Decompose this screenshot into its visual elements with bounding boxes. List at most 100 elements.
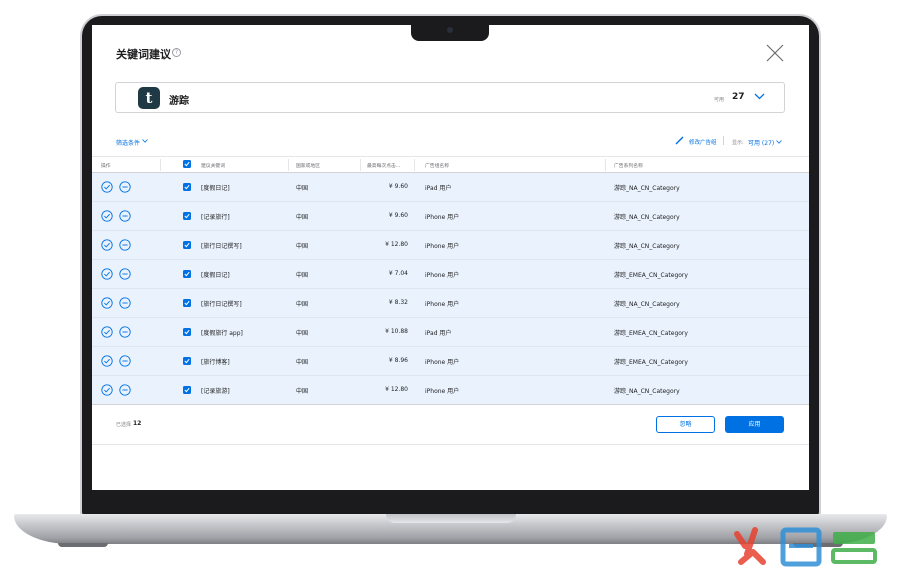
laptop-thumb-notch (386, 514, 516, 523)
reject-minus-circle-icon[interactable] (119, 210, 131, 222)
reject-minus-circle-icon[interactable] (119, 239, 131, 251)
watermark-logo-icon (734, 527, 877, 567)
cell-campaign: 游踪_EMEA_CN_Category (614, 330, 688, 337)
cell-ad-group: iPhone 用户 (425, 301, 460, 308)
cell-campaign: 游踪_EMEA_CN_Category (614, 359, 688, 366)
pencil-icon[interactable] (675, 136, 684, 145)
accept-check-circle-icon[interactable] (101, 268, 113, 280)
row-checkbox[interactable] (183, 183, 191, 191)
cell-ad-group: iPhone 用户 (425, 243, 460, 250)
accept-check-circle-icon[interactable] (101, 181, 113, 193)
row-checkbox[interactable] (183, 299, 191, 307)
row-checkbox[interactable] (183, 386, 191, 394)
reject-minus-circle-icon[interactable] (119, 268, 131, 280)
cell-region: 中国 (296, 243, 309, 250)
accept-check-circle-icon[interactable] (101, 326, 113, 338)
accept-check-circle-icon[interactable] (101, 384, 113, 396)
cell-region: 中国 (296, 185, 309, 192)
cell-region: 中国 (296, 359, 309, 366)
table-row: [旅行日记撰写] 中国 ¥ 8.32 iPhone 用户 游踪_NA_CN_Catego… (92, 289, 809, 318)
edit-ad-group-button[interactable]: 修改广告组 (689, 138, 717, 146)
ignore-button[interactable]: 忽略 (656, 416, 715, 433)
row-checkbox[interactable] (183, 212, 191, 220)
select-all-checkbox[interactable] (183, 160, 191, 168)
column-divider (605, 159, 606, 171)
app-icon: t (138, 87, 160, 109)
row-checkbox[interactable] (183, 241, 191, 249)
cell-ad-group: iPhone 用户 (425, 388, 460, 395)
cell-max-cpt-bid[interactable]: ¥ 9.60 (348, 183, 408, 190)
cell-ad-group: iPhone 用户 (425, 214, 460, 221)
cell-max-cpt-bid[interactable]: ¥ 10.88 (348, 328, 408, 335)
accept-check-circle-icon[interactable] (101, 239, 113, 251)
checkmark-icon (184, 300, 190, 306)
bezel-chin (92, 490, 809, 510)
cell-region: 中国 (296, 301, 309, 308)
show-filter-dropdown[interactable]: 可用 (27) (748, 138, 774, 147)
header-campaign[interactable]: 广告系列名称 (614, 162, 643, 169)
cell-max-cpt-bid[interactable]: ¥ 12.80 (348, 386, 408, 393)
table-row: [旅行日记撰写] 中国 ¥ 12.80 iPhone 用户 游踪_NA_CN_Categ… (92, 231, 809, 260)
chevron-down-icon (142, 139, 148, 143)
cell-keyword: [旅行博客] (201, 359, 230, 366)
header-max-cpt[interactable]: 最高每次点击... (367, 162, 400, 169)
selected-label: 已选择 (116, 422, 132, 428)
checkmark-icon (184, 161, 190, 167)
checkmark-icon (184, 358, 190, 364)
cell-keyword: [度假日记] (201, 272, 230, 279)
cell-ad-group: iPhone 用户 (425, 359, 460, 366)
checkmark-icon (184, 329, 190, 335)
cell-ad-group: iPad 用户 (425, 330, 452, 337)
table-body: [度假日记] 中国 ¥ 9.60 iPad 用户 游踪_NA_CN_Category [记… (92, 173, 809, 405)
table-row: [度假日记] 中国 ¥ 7.04 iPhone 用户 游踪_EMEA_CN_Catego… (92, 260, 809, 289)
reject-minus-circle-icon[interactable] (119, 181, 131, 193)
table-header: 操作 建议关键词 国家或地区 最高每次点击... 广告组名称 广告系列名称 (92, 156, 809, 173)
cell-campaign: 游踪_NA_CN_Category (614, 214, 680, 221)
accept-check-circle-icon[interactable] (101, 297, 113, 309)
cell-ad-group: iPhone 用户 (425, 272, 460, 279)
reject-minus-circle-icon[interactable] (119, 355, 131, 367)
reject-minus-circle-icon[interactable] (119, 384, 131, 396)
cell-max-cpt-bid[interactable]: ¥ 9.60 (348, 212, 408, 219)
filter-button[interactable]: 筛选条件 (116, 138, 140, 147)
cell-keyword: [旅行日记撰写] (201, 301, 242, 308)
cell-campaign: 游踪_EMEA_CN_Category (614, 272, 688, 279)
cell-keyword: [记录旅游] (201, 388, 230, 395)
header-ad-group[interactable]: 广告组名称 (425, 162, 449, 169)
app-selector[interactable]: t 游踪 可用 27 (115, 82, 785, 113)
available-label: 可用 (714, 97, 725, 103)
reject-minus-circle-icon[interactable] (119, 297, 131, 309)
cell-keyword: [记录旅行] (201, 214, 230, 221)
row-checkbox[interactable] (183, 328, 191, 336)
accept-check-circle-icon[interactable] (101, 210, 113, 222)
column-divider (360, 159, 361, 171)
checkmark-icon (184, 387, 190, 393)
cell-campaign: 游踪_NA_CN_Category (614, 388, 680, 395)
question-circle-icon[interactable]: ? (172, 48, 181, 57)
cell-keyword: [度假旅行 app] (201, 330, 243, 337)
close-x-icon[interactable] (764, 42, 786, 64)
toolbar-divider (723, 136, 724, 145)
header-region[interactable]: 国家或地区 (296, 162, 320, 169)
cell-max-cpt-bid[interactable]: ¥ 8.32 (348, 299, 408, 306)
chevron-down-icon[interactable] (776, 140, 782, 144)
accept-check-circle-icon[interactable] (101, 355, 113, 367)
apply-button[interactable]: 应用 (725, 416, 784, 433)
cell-campaign: 游踪_NA_CN_Category (614, 185, 680, 192)
chevron-down-icon[interactable] (754, 92, 765, 100)
table-row: [度假旅行 app] 中国 ¥ 10.88 iPad 用户 游踪_EMEA_CN_Cat… (92, 318, 809, 347)
header-keyword[interactable]: 建议关键词 (201, 162, 225, 169)
column-divider (160, 159, 161, 171)
screen: 关键词建议 ? t 游踪 可用 27 筛选条件 修改广告组 显示: 可用 (27… (92, 25, 809, 490)
show-label: 显示: (732, 140, 744, 146)
checkmark-icon (184, 184, 190, 190)
cell-max-cpt-bid[interactable]: ¥ 7.04 (348, 270, 408, 277)
row-checkbox[interactable] (183, 357, 191, 365)
app-name: 游踪 (169, 96, 189, 107)
reject-minus-circle-icon[interactable] (119, 326, 131, 338)
dialog-title: 关键词建议 (116, 48, 171, 61)
header-actions: 操作 (101, 164, 111, 169)
row-checkbox[interactable] (183, 270, 191, 278)
cell-max-cpt-bid[interactable]: ¥ 12.80 (348, 241, 408, 248)
cell-max-cpt-bid[interactable]: ¥ 8.96 (348, 357, 408, 364)
